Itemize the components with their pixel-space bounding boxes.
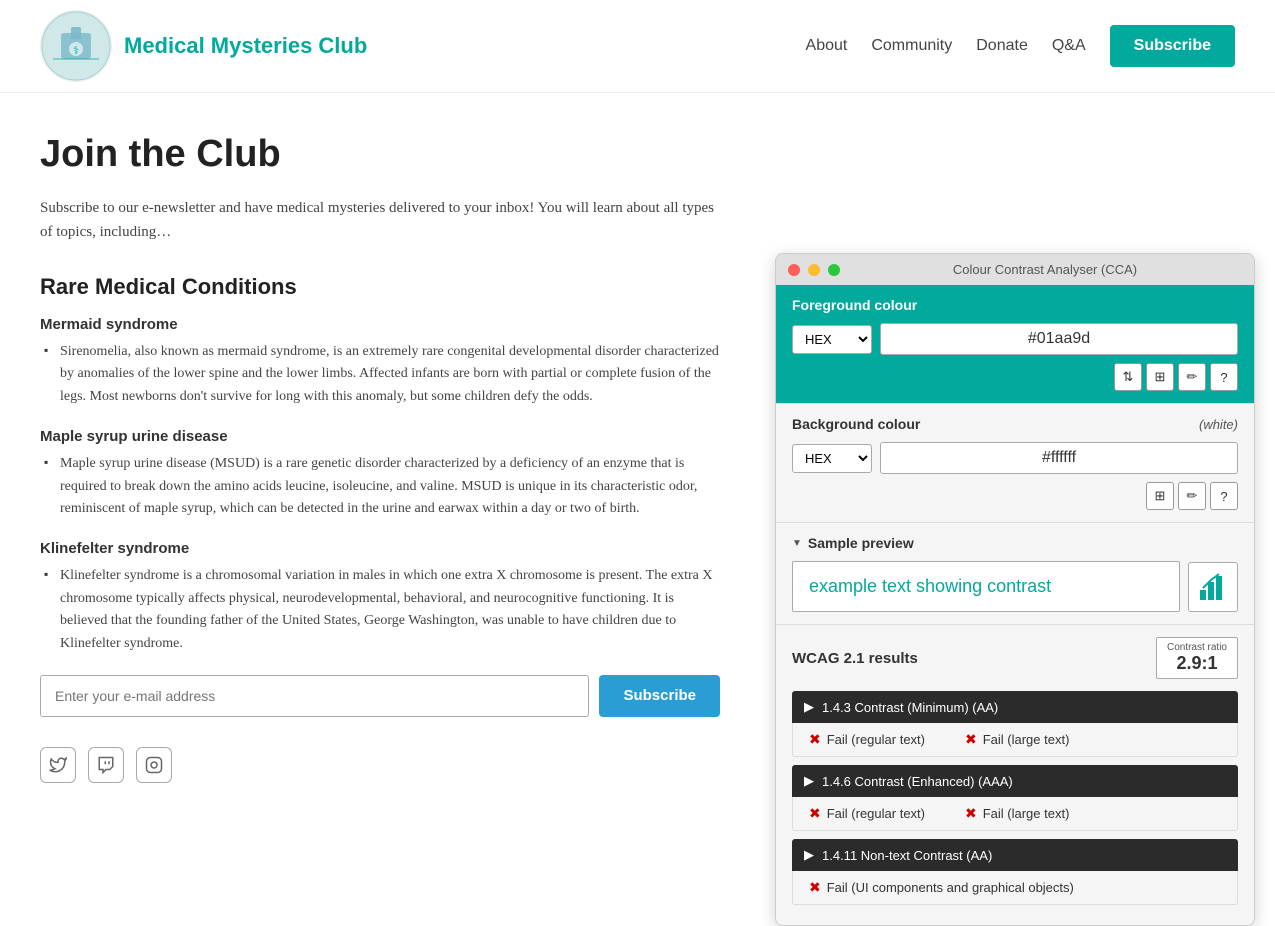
bg-format-select[interactable]: HEX RGB HSL [792,444,872,473]
criterion-1-4-11-toggle: ▶ [804,847,814,863]
condition-title-0: Mermaid syndrome [40,316,720,333]
background-section: Background colour (white) HEX RGB HSL ⊞ … [776,403,1254,522]
criterion-1-4-3-results: ✖ Fail (regular text) ✖ Fail (large text… [792,723,1238,757]
bg-hex-input[interactable] [880,442,1238,474]
condition-maple: Maple syrup urine disease Maple syrup ur… [40,428,720,520]
fail-icon-4: ✖ [809,879,821,896]
bg-input-row: HEX RGB HSL [792,442,1238,474]
fg-input-row: HEX RGB HSL [792,323,1238,355]
preview-section: Sample preview example text showing cont… [776,522,1254,624]
fg-label: Foreground colour [792,297,1238,313]
bg-settings-icon[interactable]: ⊞ [1146,482,1174,510]
wcag-header: WCAG 2.1 results Contrast ratio 2.9:1 [792,637,1238,679]
condition-title-1: Maple syrup urine disease [40,428,720,445]
nav-qa[interactable]: Q&A [1052,37,1086,55]
condition-desc-2: Klinefelter syndrome is a chromosomal va… [40,565,720,655]
condition-title-2: Klinefelter syndrome [40,540,720,557]
criterion-1-4-3: ▶ 1.4.3 Contrast (Minimum) (AA) ✖ Fail (… [792,691,1238,757]
criterion-1-4-6-header[interactable]: ▶ 1.4.6 Contrast (Enhanced) (AAA) [792,765,1238,797]
conditions-section-title: Rare Medical Conditions [40,274,720,300]
nav-about[interactable]: About [806,37,848,55]
fail-icon-0: ✖ [809,731,821,748]
wcag-title: WCAG 2.1 results [792,650,918,667]
fg-tool-icons: ⇅ ⊞ ✏ ? [792,363,1238,391]
criterion-1-4-6-toggle: ▶ [804,773,814,789]
fg-eyedropper-icon[interactable]: ✏ [1178,363,1206,391]
wcag-section: WCAG 2.1 results Contrast ratio 2.9:1 ▶ … [776,624,1254,925]
logo-svg: ⚕ [41,11,111,81]
email-input[interactable] [40,675,589,717]
page-content: Join the Club Subscribe to our e-newslet… [40,133,720,783]
chart-icon [1198,572,1228,602]
logo-area: ⚕ Medical Mysteries Club [40,10,367,82]
cca-panel: Colour Contrast Analyser (CCA) Foregroun… [775,253,1255,926]
fail-icon-1: ✖ [965,731,977,748]
social-icons [40,747,720,783]
bg-label: Background colour [792,416,920,432]
criterion-1-4-11-fail-ui: ✖ Fail (UI components and graphical obje… [809,879,1074,896]
criterion-1-4-6-fail-large: ✖ Fail (large text) [965,805,1069,822]
criterion-1-4-3-fail-large: ✖ Fail (large text) [965,731,1069,748]
bg-help-icon[interactable]: ? [1210,482,1238,510]
window-close-dot[interactable] [788,264,800,276]
header-subscribe-button[interactable]: Subscribe [1110,25,1235,67]
bg-eyedropper-icon[interactable]: ✏ [1178,482,1206,510]
main-content: Join the Club Subscribe to our e-newslet… [0,93,1275,823]
fg-format-select[interactable]: HEX RGB HSL [792,325,872,354]
twitch-icon[interactable] [88,747,124,783]
condition-klinefelter: Klinefelter syndrome Klinefelter syndrom… [40,540,720,655]
fail-icon-3: ✖ [965,805,977,822]
criterion-1-4-11-results: ✖ Fail (UI components and graphical obje… [792,871,1238,905]
criterion-1-4-11-label: 1.4.11 Non-text Contrast (AA) [822,848,992,863]
foreground-section: Foreground colour HEX RGB HSL ⇅ ⊞ ✏ ? [776,285,1254,403]
logo-image: ⚕ [40,10,112,82]
instagram-icon[interactable] [136,747,172,783]
preview-label: Sample preview [792,535,1238,551]
criterion-1-4-3-toggle: ▶ [804,699,814,715]
criterion-1-4-6-results: ✖ Fail (regular text) ✖ Fail (large text… [792,797,1238,831]
criterion-1-4-6: ▶ 1.4.6 Contrast (Enhanced) (AAA) ✖ Fail… [792,765,1238,831]
fg-hex-input[interactable] [880,323,1238,355]
condition-desc-0: Sirenomelia, also known as mermaid syndr… [40,341,720,408]
svg-text:⚕: ⚕ [73,45,79,57]
site-title: Medical Mysteries Club [124,33,367,59]
site-header: ⚕ Medical Mysteries Club About Community… [0,0,1275,93]
criterion-1-4-11-header[interactable]: ▶ 1.4.11 Non-text Contrast (AA) [792,839,1238,871]
contrast-ratio-value: 2.9:1 [1167,653,1227,674]
email-form: Subscribe [40,675,720,717]
page-title: Join the Club [40,133,720,176]
criterion-1-4-3-fail-regular: ✖ Fail (regular text) [809,731,925,748]
preview-row: example text showing contrast [792,561,1238,612]
example-text: example text showing contrast [792,561,1180,612]
main-nav: About Community Donate Q&A Subscribe [806,25,1235,67]
bg-white-label: (white) [1199,417,1238,432]
condition-mermaid: Mermaid syndrome Sirenomelia, also known… [40,316,720,408]
criterion-1-4-3-header[interactable]: ▶ 1.4.3 Contrast (Minimum) (AA) [792,691,1238,723]
contrast-ratio-box: Contrast ratio 2.9:1 [1156,637,1238,679]
window-minimize-dot[interactable] [808,264,820,276]
bg-label-row: Background colour (white) [792,416,1238,432]
fg-help-icon[interactable]: ? [1210,363,1238,391]
condition-desc-1: Maple syrup urine disease (MSUD) is a ra… [40,453,720,520]
subscribe-button[interactable]: Subscribe [599,675,720,717]
criterion-1-4-3-label: 1.4.3 Contrast (Minimum) (AA) [822,700,998,715]
criterion-1-4-11: ▶ 1.4.11 Non-text Contrast (AA) ✖ Fail (… [792,839,1238,905]
fg-swap-icon[interactable]: ⇅ [1114,363,1142,391]
chart-view-button[interactable] [1188,562,1238,612]
fail-icon-2: ✖ [809,805,821,822]
cca-window-title: Colour Contrast Analyser (CCA) [848,262,1242,277]
criterion-1-4-6-label: 1.4.6 Contrast (Enhanced) (AAA) [822,774,1013,789]
cca-titlebar: Colour Contrast Analyser (CCA) [776,254,1254,285]
window-maximize-dot[interactable] [828,264,840,276]
nav-donate[interactable]: Donate [976,37,1028,55]
nav-community[interactable]: Community [871,37,952,55]
intro-paragraph: Subscribe to our e-newsletter and have m… [40,196,720,244]
contrast-ratio-label: Contrast ratio [1167,642,1227,653]
bg-tool-icons: ⊞ ✏ ? [792,482,1238,510]
twitter-icon[interactable] [40,747,76,783]
fg-settings-icon[interactable]: ⊞ [1146,363,1174,391]
criterion-1-4-6-fail-regular: ✖ Fail (regular text) [809,805,925,822]
